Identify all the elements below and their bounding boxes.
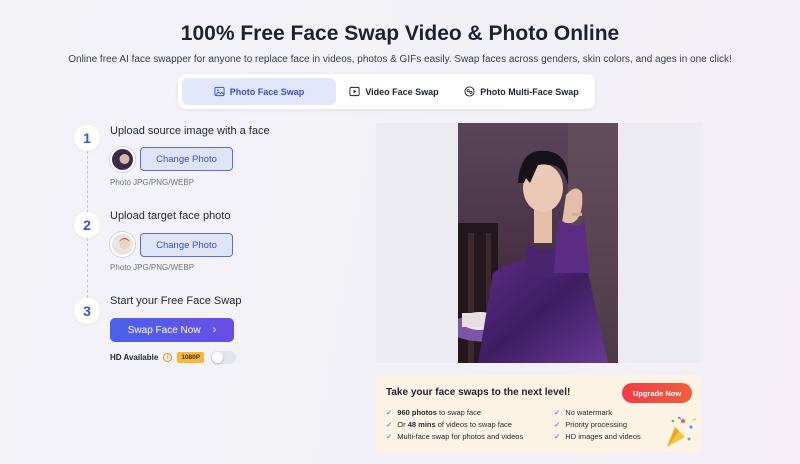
info-icon[interactable]: i — [163, 353, 173, 362]
hd-option-row: HD Available i 1080P — [110, 351, 237, 364]
upgrade-promo-card: Take your face swaps to the next level! … — [376, 375, 701, 452]
portrait-illustration — [458, 123, 618, 363]
chevron-right-icon: › — [212, 324, 217, 336]
change-target-photo-button[interactable]: Change Photo — [140, 233, 233, 257]
swap-face-now-label: Swap Face Now — [127, 324, 201, 336]
step-1-title: Upload source image with a face — [110, 125, 270, 137]
page-subtitle: Online free AI face swapper for anyone t… — [68, 54, 732, 65]
result-preview — [376, 123, 701, 363]
page-title: 100% Free Face Swap Video & Photo Online — [180, 22, 620, 45]
upgrade-now-button[interactable]: Upgrade Now — [622, 383, 692, 403]
source-format-hint: Photo JPG/PNG/WEBP — [110, 178, 195, 187]
check-icon: ✓ — [554, 420, 561, 429]
source-face-avatar — [110, 147, 135, 172]
promo-feature: ✓ Multi-face swap for photos and videos — [386, 432, 524, 441]
check-icon: ✓ — [554, 408, 561, 417]
target-face-avatar — [110, 232, 135, 257]
tab-photo-multi-face-swap[interactable]: Photo Multi-Face Swap — [452, 78, 591, 105]
image-icon — [214, 86, 225, 97]
step-2-title: Upload target face photo — [110, 210, 231, 222]
promo-feature: ✓ Or 48 mins of videos to swap face — [386, 420, 512, 429]
step-number-3: 3 — [74, 298, 100, 324]
hd-toggle[interactable] — [211, 351, 237, 364]
swap-face-now-button[interactable]: Swap Face Now › — [110, 318, 234, 342]
promo-feature: ✓ No watermark — [554, 408, 612, 417]
resolution-badge: 1080P — [177, 352, 205, 363]
multi-face-icon — [464, 86, 475, 97]
target-face-thumbnail — [112, 234, 133, 255]
tab-video-face-swap[interactable]: Video Face Swap — [336, 78, 452, 105]
preview-photo — [458, 123, 618, 363]
video-icon — [349, 86, 360, 97]
confetti-decoration — [667, 416, 697, 447]
check-icon: ✓ — [554, 432, 561, 441]
tab-label: Photo Multi-Face Swap — [480, 86, 579, 97]
step-connector — [87, 151, 88, 213]
check-icon: ✓ — [386, 432, 393, 441]
promo-feature: ✓ 960 photos to swap face — [386, 408, 482, 417]
step-number-1: 1 — [74, 125, 100, 151]
source-face-thumbnail — [112, 149, 133, 170]
check-icon: ✓ — [386, 420, 393, 429]
check-icon: ✓ — [386, 408, 393, 417]
step-number-2: 2 — [74, 212, 100, 238]
tab-label: Photo Face Swap — [229, 86, 305, 97]
promo-title: Take your face swaps to the next level! — [386, 387, 571, 398]
target-format-hint: Photo JPG/PNG/WEBP — [110, 263, 195, 272]
promo-feature: ✓ HD images and videos — [554, 432, 641, 441]
promo-feature: ✓ Priority processing — [554, 420, 627, 429]
change-source-photo-button[interactable]: Change Photo — [140, 147, 233, 171]
mode-tabs: Photo Face Swap Video Face Swap Photo Mu… — [178, 74, 595, 109]
tab-photo-face-swap[interactable]: Photo Face Swap — [182, 78, 336, 105]
hd-available-label: HD Available — [110, 353, 159, 362]
tab-label: Video Face Swap — [365, 86, 439, 97]
step-3-title: Start your Free Face Swap — [110, 295, 242, 307]
step-connector — [87, 238, 88, 298]
